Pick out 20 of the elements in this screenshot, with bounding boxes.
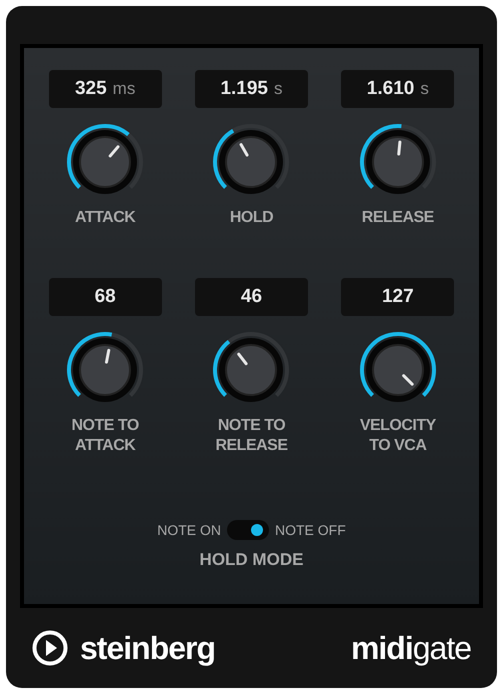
- switch-thumb[interactable]: [251, 524, 263, 536]
- knob-label: NOTE TO ATTACK: [70, 416, 140, 456]
- knob-label: HOLD: [228, 208, 274, 228]
- option-label: NOTE ON: [157, 522, 221, 538]
- value-display[interactable]: 127: [341, 278, 454, 316]
- product-name: midigate: [350, 630, 471, 666]
- toggle-switch[interactable]: [227, 520, 269, 540]
- value-display[interactable]: 68: [48, 278, 162, 316]
- knob-label: RELEASE: [360, 208, 435, 228]
- value-display[interactable]: 1.610 s: [341, 70, 454, 108]
- option-label: NOTE OFF: [275, 522, 346, 538]
- knob-label: ATTACK: [74, 208, 136, 228]
- value-display[interactable]: 325 ms: [48, 70, 162, 108]
- play-logo-icon: [32, 630, 68, 666]
- value-display[interactable]: 1.195 s: [194, 70, 308, 108]
- knob-label: VELOCITY TO VCA: [358, 416, 437, 456]
- hold-mode-label: HOLD MODE: [200, 550, 304, 570]
- brand-name: steinberg: [80, 630, 216, 666]
- value-display[interactable]: 46: [194, 278, 308, 316]
- knob-label: NOTE TO RELEASE: [214, 416, 289, 456]
